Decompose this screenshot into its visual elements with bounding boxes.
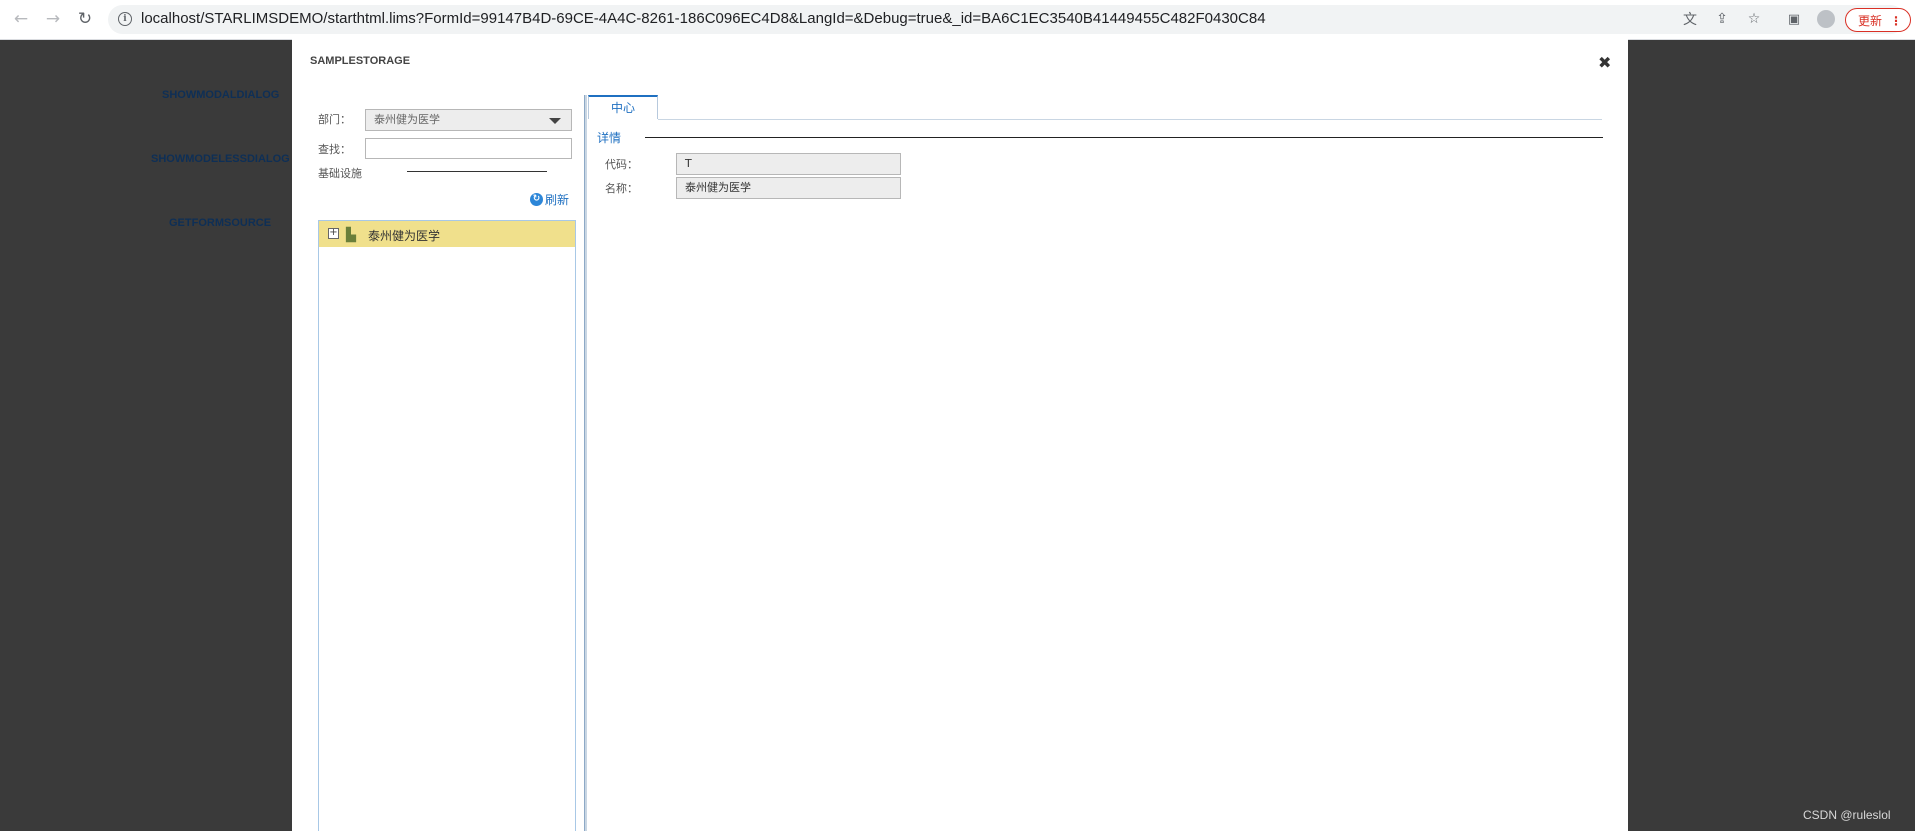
reload-icon[interactable]: ↻	[74, 8, 96, 30]
tree-node-label[interactable]: 泰州健为医学	[368, 227, 440, 244]
refresh-label: 刷新	[545, 193, 570, 207]
samplestorage-dialog: SAMPLESTORAGE ✖ 部门： 泰州健为医学 查找： 基础设施 ↻ 刷新…	[292, 39, 1628, 831]
share-icon[interactable]: ⇪	[1711, 8, 1733, 30]
location-tree[interactable]: + ▙ 泰州健为医学	[318, 220, 576, 831]
bg-link-showmodelessdialog: SHOWMODELESSDIALOG	[151, 153, 290, 165]
section-divider	[645, 137, 1603, 138]
refresh-button[interactable]: ↻ 刷新	[530, 191, 569, 208]
chevron-down-icon[interactable]	[549, 118, 561, 124]
tree-node[interactable]: + ▙ 泰州健为医学	[319, 221, 575, 247]
infra-label: 基础设施	[318, 167, 362, 180]
search-input[interactable]	[365, 138, 572, 159]
back-icon[interactable]: ←	[10, 8, 32, 30]
building-icon: ▙	[346, 228, 356, 243]
name-field[interactable]: 泰州健为医学	[676, 177, 901, 199]
bg-link-showmodaldialog: SHOWMODALDIALOG	[162, 89, 280, 101]
info-icon[interactable]: i	[118, 12, 132, 26]
browser-toolbar: ← → ↻ i localhost/STARLIMSDEMO/starthtml…	[0, 0, 1915, 40]
menu-icon[interactable]: ⋮	[1890, 9, 1902, 33]
code-label: 代码：	[605, 158, 638, 171]
sidepanel-icon[interactable]: ▣	[1783, 8, 1805, 30]
code-field[interactable]: T	[676, 153, 901, 175]
profile-icon[interactable]	[1815, 8, 1837, 30]
infra-divider	[407, 171, 547, 172]
star-icon[interactable]: ☆	[1743, 8, 1765, 30]
refresh-icon: ↻	[530, 193, 543, 206]
expand-icon[interactable]: +	[328, 228, 339, 239]
dept-label: 部门：	[318, 113, 351, 126]
forward-icon[interactable]: →	[42, 8, 64, 30]
url-text[interactable]: localhost/STARLIMSDEMO/starthtml.lims?Fo…	[141, 10, 1266, 27]
close-icon[interactable]: ✖	[1598, 53, 1611, 72]
bg-link-getformsource: GETFORMSOURCE	[169, 217, 272, 229]
tab-strip-line	[658, 119, 1602, 120]
dept-select[interactable]: 泰州健为医学	[365, 109, 572, 131]
watermark: CSDN @ruleslol	[1803, 808, 1891, 822]
panel-splitter[interactable]	[584, 95, 587, 831]
translate-icon[interactable]: 文	[1679, 8, 1701, 30]
address-bar[interactable]: i localhost/STARLIMSDEMO/starthtml.lims?…	[108, 5, 1905, 34]
name-label: 名称：	[605, 182, 638, 195]
update-label: 更新	[1858, 14, 1883, 28]
dialog-title: SAMPLESTORAGE	[310, 55, 411, 67]
section-details-label: 详情	[597, 131, 622, 145]
update-button[interactable]: 更新 ⋮	[1845, 8, 1911, 32]
dept-value: 泰州健为医学	[374, 113, 440, 126]
tab-center[interactable]: 中心	[588, 95, 658, 119]
search-label: 查找：	[318, 143, 351, 156]
